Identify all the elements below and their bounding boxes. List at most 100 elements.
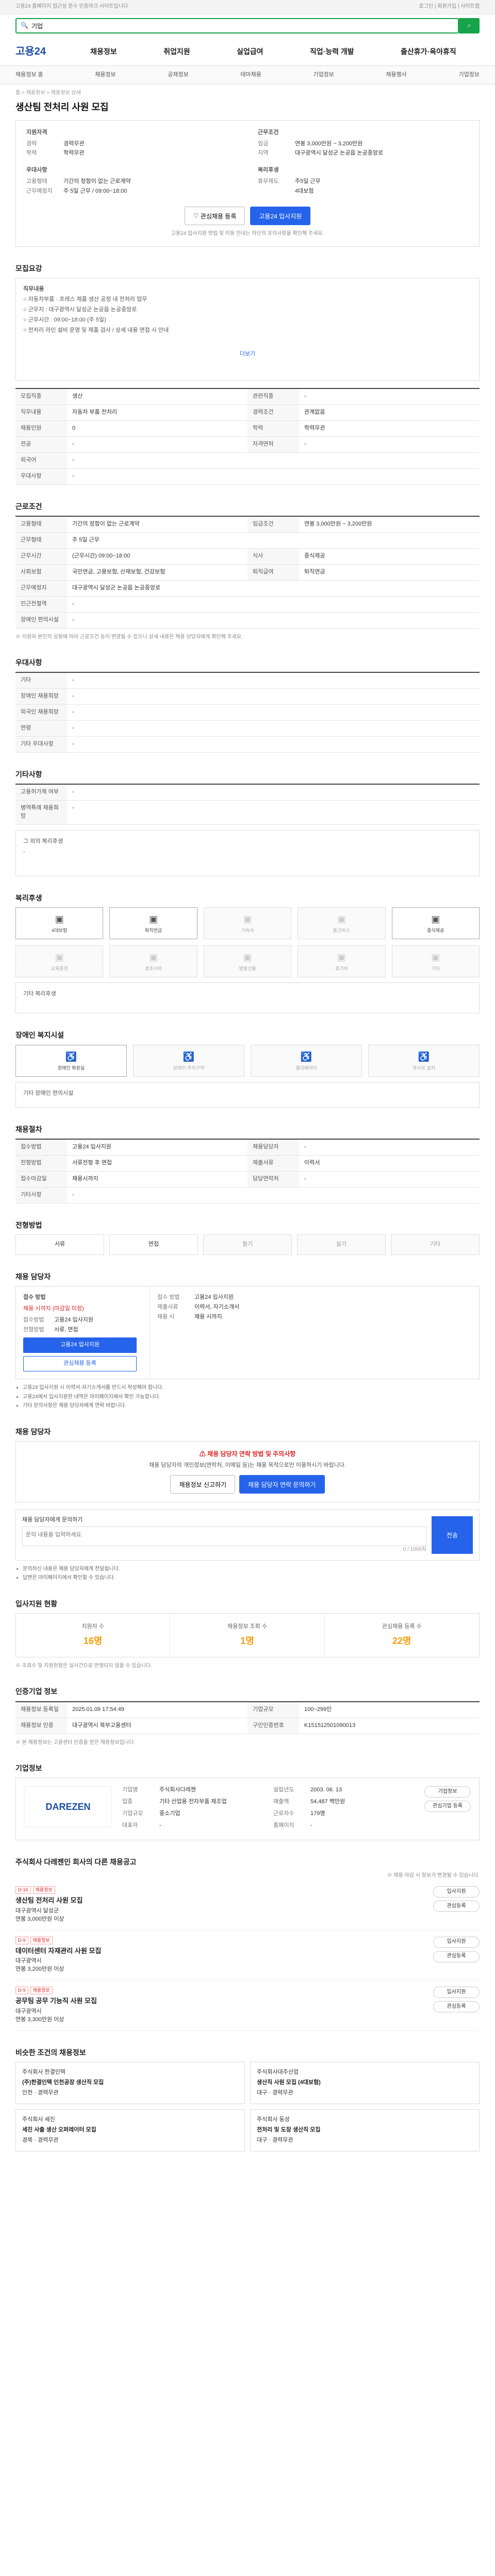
warning-text: 채용 담당자의 개인정보(연락처, 이메일 등)는 채용 목적으로만 이용하시기… [149, 1462, 346, 1469]
desc-line: ○ 전처리 라인 설비 운영 및 제품 검사 / 상세 내용 면접 시 안내 [23, 327, 169, 333]
table-row: 연령 - [15, 721, 480, 737]
table-row: 모집직종 생산 관련직종 - [15, 389, 480, 405]
job-scrap-button[interactable]: 관심등록 [433, 1951, 480, 1962]
row-value: 중식제공 [304, 552, 325, 559]
search-input[interactable] [31, 22, 454, 29]
note-item: 고용24에서 입사지원한 내역은 마이페이지에서 확인 가능합니다. [23, 1394, 480, 1401]
qna-submit-button[interactable]: 전송 [432, 1516, 473, 1554]
gnb-item-jobs[interactable]: 채용정보 [90, 46, 117, 57]
job-actions: 입사지원관심등록 [397, 1987, 480, 2024]
table-row: 근무형태 주 5일 근무 [15, 532, 480, 549]
welfare-item: ▣ 교육훈련 [15, 945, 104, 978]
gnb-item-leave[interactable]: 출산휴가·육아휴직 [401, 46, 456, 57]
site-logo[interactable]: 고용24 [15, 44, 67, 59]
utility-links[interactable]: 로그인 | 회원가입 | 사이트맵 [419, 3, 480, 11]
apply-button[interactable]: 고용24 입사지원 [250, 207, 311, 226]
scrap-button[interactable]: ♡ 관심채용 등록 [184, 207, 245, 226]
facility-icon: ♿ [183, 1051, 195, 1062]
job-salary: 연봉 3,300만원 이상 [15, 2016, 64, 2023]
table-row: 기타사항 - [15, 1187, 480, 1204]
subnav-item[interactable]: 기업정보 [458, 71, 479, 79]
company-info-button[interactable]: 기업정보 [424, 1786, 471, 1798]
job-apply-button[interactable]: 입사지원 [433, 1987, 480, 1998]
kv-key: 제출서류 [157, 1304, 178, 1311]
job-salary: 연봉 3,200만원 이상 [15, 1966, 64, 1973]
row-value: 기간의 정함이 없는 근로계약 [72, 520, 140, 527]
subnav-item[interactable]: 채용행사 [386, 71, 406, 79]
heart-icon: ♡ [193, 212, 201, 220]
job-scrap-button[interactable]: 관심등록 [433, 2001, 480, 2013]
apply-note: 고용24 입사지원 방법 및 이용 안내는 하단의 유의사항을 확인해 주세요. [171, 231, 324, 237]
similar-card[interactable]: 주식회사대주산업 생산직 사원 모집 (4대보험) 대구 · 경력무관 [250, 2062, 480, 2105]
scrap-small-button[interactable]: 관심채용 등록 [23, 1356, 137, 1372]
job-apply-button[interactable]: 입사지원 [433, 1936, 480, 1948]
report-button[interactable]: 채용정보 신고하기 [170, 1475, 236, 1494]
similar-title[interactable]: (주)한결인텍 인천공장 생산직 모집 [22, 2079, 238, 2087]
apply-now-button[interactable]: 고용24 입사지원 [23, 1337, 137, 1353]
similar-card[interactable]: 주식회사 동성 전처리 및 도장 생산직 모집 대구 · 경력무관 [250, 2109, 480, 2151]
company-follow-button[interactable]: 관심기업 등록 [424, 1801, 471, 1812]
benefit-icon: ▣ [337, 914, 346, 925]
table-row: 근무시간 (근무시간) 09:00~18:00 식사 중식제공 [15, 548, 480, 565]
gnb-item-unemployment[interactable]: 실업급여 [237, 46, 263, 57]
table-row: 전형방법 서류전형 후 면접 제출서류 이력서 [15, 1155, 480, 1172]
row-header: 직무내용 [15, 404, 67, 420]
kv-value: 학력무관 [63, 150, 85, 157]
gnb-item-training[interactable]: 직업·능력 개발 [310, 46, 354, 57]
similar-card[interactable]: 주식회사 세진 세진 사출 생산 오퍼레이터 모집 경북 · 경력무관 [15, 2109, 245, 2151]
search-icon: 🔍 [21, 22, 28, 29]
stat-value: 22명 [392, 1635, 411, 1646]
job-apply-button[interactable]: 입사지원 [433, 1886, 480, 1897]
facility-label: 경사로 설치 [412, 1065, 435, 1071]
row-value: - [72, 709, 74, 716]
facility-icon: ♿ [418, 1051, 430, 1062]
job-summary-card: 지원자격 경력 경력무관 학력 학력무관 근무조건 임금 연봉 3,000만원 ~ 3… [15, 120, 480, 247]
row-header: 기타사항 [15, 1187, 67, 1203]
search-button[interactable]: ⌕ [459, 18, 480, 33]
qna-label: 채용 담당자에게 문의하기 [22, 1517, 83, 1523]
job-title[interactable]: 데이터센터 자재관리 사원 모집 [15, 1946, 397, 1956]
job-row[interactable]: D-9 채용정보 공무팀 공무 기능직 사원 모집 대구광역시 연봉 3,300만원 이… [15, 1980, 480, 2031]
section-title-warn: 채용 담당자 [15, 1427, 51, 1436]
job-row[interactable]: D-16 채용정보 생산팀 전처리 사원 모집 대구광역시 달성군 연봉 3,000만원… [15, 1880, 480, 1930]
disabled-facility-item: ♿ 엘리베이터 [251, 1044, 362, 1077]
row-header: 임금조건 [248, 516, 299, 532]
row-value: - [72, 805, 74, 811]
row-value: 이력서 [304, 1159, 320, 1166]
row-header: 접수방법 [15, 1139, 67, 1155]
job-actions: 입사지원관심등록 [397, 1886, 480, 1924]
similar-card[interactable]: 주식회사 한결인텍 (주)한결인텍 인천공장 생산직 모집 인천 · 경력무관 [15, 2062, 245, 2105]
subnav-item[interactable]: 채용정보 [95, 71, 116, 79]
subnav-item[interactable]: 테마채용 [240, 71, 261, 79]
facility-label: 장애인 화장실 [57, 1065, 85, 1071]
similar-title[interactable]: 세진 사출 생산 오퍼레이터 모집 [22, 2126, 238, 2134]
company-kv: 기업명 주식회사다레젠 [122, 1786, 263, 1794]
more-link[interactable]: 더보기 [240, 351, 255, 357]
job-meta-top: D-9 채용정보 [15, 1936, 397, 1945]
subnav-item[interactable]: 채용정보 홈 [15, 71, 43, 79]
subnav-item[interactable]: 기업정보 [313, 71, 334, 79]
job-title[interactable]: 공무팀 공무 기능직 사원 모집 [15, 1996, 397, 2006]
search-box[interactable]: 🔍 [15, 18, 459, 33]
benefit-icon: ▣ [431, 914, 440, 925]
job-scrap-button[interactable]: 관심등록 [433, 1900, 480, 1912]
subnav-item[interactable]: 공채정보 [168, 71, 188, 79]
qualification-section: 지원자격 경력 경력무관 학력 학력무관 [26, 129, 237, 160]
similar-title[interactable]: 생산직 사원 모집 (4대보험) [257, 2079, 473, 2087]
table-row: 병역특례 채용희망 - [15, 801, 480, 825]
kv-key: 접수방법 [23, 1317, 44, 1324]
gnb-item-support[interactable]: 취업지원 [163, 46, 190, 57]
kv-key [258, 188, 295, 196]
similar-title[interactable]: 전처리 및 도장 생산직 모집 [257, 2126, 473, 2134]
recruit-table: 모집직종 생산 관련직종 - 직무내용 자동차 부품 전처리 경력조건 관계없음 채용인원 0 학력… [15, 388, 480, 485]
job-title[interactable]: 생산팀 전처리 사원 모집 [15, 1896, 397, 1906]
contact-button[interactable]: 채용 담당자 연락 문의하기 [239, 1475, 325, 1494]
welfare-item: ▣ 경조사비 [109, 945, 197, 978]
row-header: 기업규모 [248, 1702, 299, 1718]
welfare-label: 퇴직연금 [145, 928, 162, 934]
kv-key: 학력 [26, 150, 37, 157]
row-header: 연령 [15, 721, 67, 737]
job-row[interactable]: D-9 채용정보 데이터센터 자재관리 사원 모집 대구광역시 연봉 3,200만원 이… [15, 1930, 480, 1981]
qna-textarea[interactable] [22, 1527, 426, 1547]
row-header: 접수마감일 [15, 1171, 67, 1187]
